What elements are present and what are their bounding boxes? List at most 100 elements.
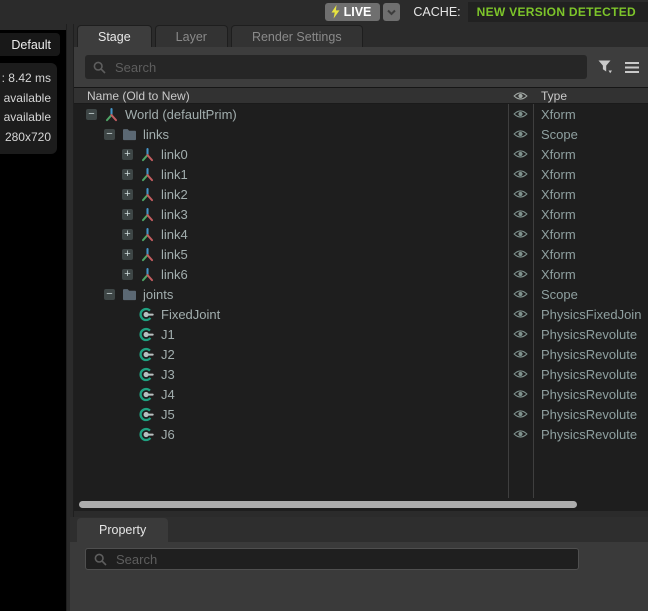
- row-label[interactable]: link0: [161, 147, 188, 162]
- xform-icon: [139, 146, 155, 162]
- visibility-toggle[interactable]: [508, 289, 533, 299]
- row-label[interactable]: link6: [161, 267, 188, 282]
- tab-property[interactable]: Property: [77, 518, 168, 542]
- row-label[interactable]: joints: [143, 287, 173, 302]
- expander[interactable]: +: [122, 169, 133, 180]
- filter-icon[interactable]: [596, 58, 614, 76]
- row-label[interactable]: link5: [161, 247, 188, 262]
- visibility-toggle[interactable]: [508, 109, 533, 119]
- stage-tab-bar: Stage Layer Render Settings: [74, 24, 648, 47]
- expander[interactable]: −: [104, 129, 115, 140]
- row-label[interactable]: link2: [161, 187, 188, 202]
- tree-row[interactable]: FixedJoint PhysicsFixedJoin: [74, 304, 648, 324]
- row-label[interactable]: World (defaultPrim): [125, 107, 237, 122]
- property-tab-bar: Property: [70, 517, 648, 542]
- visibility-toggle[interactable]: [508, 309, 533, 319]
- eye-icon: [513, 349, 528, 359]
- visibility-toggle[interactable]: [508, 429, 533, 439]
- eye-icon: [513, 269, 528, 279]
- tree-row[interactable]: + link2 Xform: [74, 184, 648, 204]
- tree-row[interactable]: J4 PhysicsRevolute: [74, 384, 648, 404]
- row-type: Scope: [533, 287, 648, 302]
- expander[interactable]: +: [122, 189, 133, 200]
- tree-row-name-cell: + link1: [74, 166, 508, 182]
- tree-row[interactable]: + link6 Xform: [74, 264, 648, 284]
- row-label[interactable]: J3: [161, 367, 175, 382]
- live-dropdown-button[interactable]: [383, 3, 400, 21]
- joint-icon: [139, 306, 155, 322]
- property-search-box[interactable]: [85, 548, 579, 570]
- expander[interactable]: +: [122, 149, 133, 160]
- eye-icon: [513, 189, 528, 199]
- visibility-toggle[interactable]: [508, 229, 533, 239]
- tab-stage[interactable]: Stage: [77, 25, 152, 47]
- tree-row[interactable]: − joints Scope: [74, 284, 648, 304]
- visibility-toggle[interactable]: [508, 329, 533, 339]
- visibility-toggle[interactable]: [508, 389, 533, 399]
- joint-icon: [139, 426, 155, 442]
- expander[interactable]: +: [122, 249, 133, 260]
- tree-row[interactable]: + link0 Xform: [74, 144, 648, 164]
- joint-icon: [139, 326, 155, 342]
- horizontal-scrollbar[interactable]: [79, 501, 577, 508]
- row-label[interactable]: link1: [161, 167, 188, 182]
- options-menu-icon[interactable]: [623, 58, 641, 76]
- tree-row[interactable]: + link5 Xform: [74, 244, 648, 264]
- expander[interactable]: +: [122, 209, 133, 220]
- row-label[interactable]: J4: [161, 387, 175, 402]
- visibility-toggle[interactable]: [508, 269, 533, 279]
- visibility-toggle[interactable]: [508, 409, 533, 419]
- eye-icon: [513, 109, 528, 119]
- tree-row[interactable]: − World (defaultPrim) Xform: [74, 104, 648, 124]
- tab-render-settings[interactable]: Render Settings: [231, 25, 363, 47]
- expander[interactable]: −: [86, 109, 97, 120]
- property-search-input[interactable]: [114, 551, 570, 568]
- tree-row[interactable]: − links Scope: [74, 124, 648, 144]
- live-button[interactable]: LIVE: [325, 3, 381, 21]
- visibility-toggle[interactable]: [508, 189, 533, 199]
- row-label[interactable]: links: [143, 127, 169, 142]
- tab-layer[interactable]: Layer: [155, 25, 228, 47]
- column-header-name[interactable]: Name (Old to New): [74, 89, 508, 103]
- tree-row[interactable]: + link1 Xform: [74, 164, 648, 184]
- folder-icon: [121, 126, 137, 142]
- visibility-toggle[interactable]: [508, 149, 533, 159]
- tree-row[interactable]: J6 PhysicsRevolute: [74, 424, 648, 444]
- visibility-toggle[interactable]: [508, 349, 533, 359]
- row-type: PhysicsRevolute: [533, 347, 648, 362]
- row-type: Xform: [533, 227, 648, 242]
- viewport-default-tab[interactable]: Default: [0, 33, 60, 56]
- column-header-visibility[interactable]: [508, 91, 533, 101]
- row-label[interactable]: link4: [161, 227, 188, 242]
- tree-row[interactable]: + link3 Xform: [74, 204, 648, 224]
- tree-row[interactable]: J2 PhysicsRevolute: [74, 344, 648, 364]
- row-label[interactable]: FixedJoint: [161, 307, 220, 322]
- expander[interactable]: +: [122, 229, 133, 240]
- row-type: PhysicsRevolute: [533, 367, 648, 382]
- row-label[interactable]: J5: [161, 407, 175, 422]
- column-header-type[interactable]: Type: [533, 89, 648, 103]
- visibility-toggle[interactable]: [508, 369, 533, 379]
- row-label[interactable]: link3: [161, 207, 188, 222]
- tree-row-name-cell: J1: [74, 326, 508, 342]
- row-label[interactable]: J1: [161, 327, 175, 342]
- viewport-edge: Default : 8.42 ms available available 28…: [0, 30, 66, 611]
- row-label[interactable]: J6: [161, 427, 175, 442]
- stage-search-box[interactable]: [85, 55, 587, 79]
- tree-row[interactable]: J1 PhysicsRevolute: [74, 324, 648, 344]
- visibility-toggle[interactable]: [508, 129, 533, 139]
- row-type: Xform: [533, 267, 648, 282]
- expander[interactable]: +: [122, 269, 133, 280]
- row-label[interactable]: J2: [161, 347, 175, 362]
- tree-row[interactable]: + link4 Xform: [74, 224, 648, 244]
- visibility-toggle[interactable]: [508, 209, 533, 219]
- expander[interactable]: −: [104, 289, 115, 300]
- stage-tree: − World (defaultPrim) Xform −: [74, 104, 648, 511]
- tree-row[interactable]: J3 PhysicsRevolute: [74, 364, 648, 384]
- visibility-toggle[interactable]: [508, 169, 533, 179]
- stage-search-input[interactable]: [113, 59, 579, 76]
- tree-row-name-cell: J2: [74, 346, 508, 362]
- tree-row[interactable]: J5 PhysicsRevolute: [74, 404, 648, 424]
- xform-icon: [139, 246, 155, 262]
- visibility-toggle[interactable]: [508, 249, 533, 259]
